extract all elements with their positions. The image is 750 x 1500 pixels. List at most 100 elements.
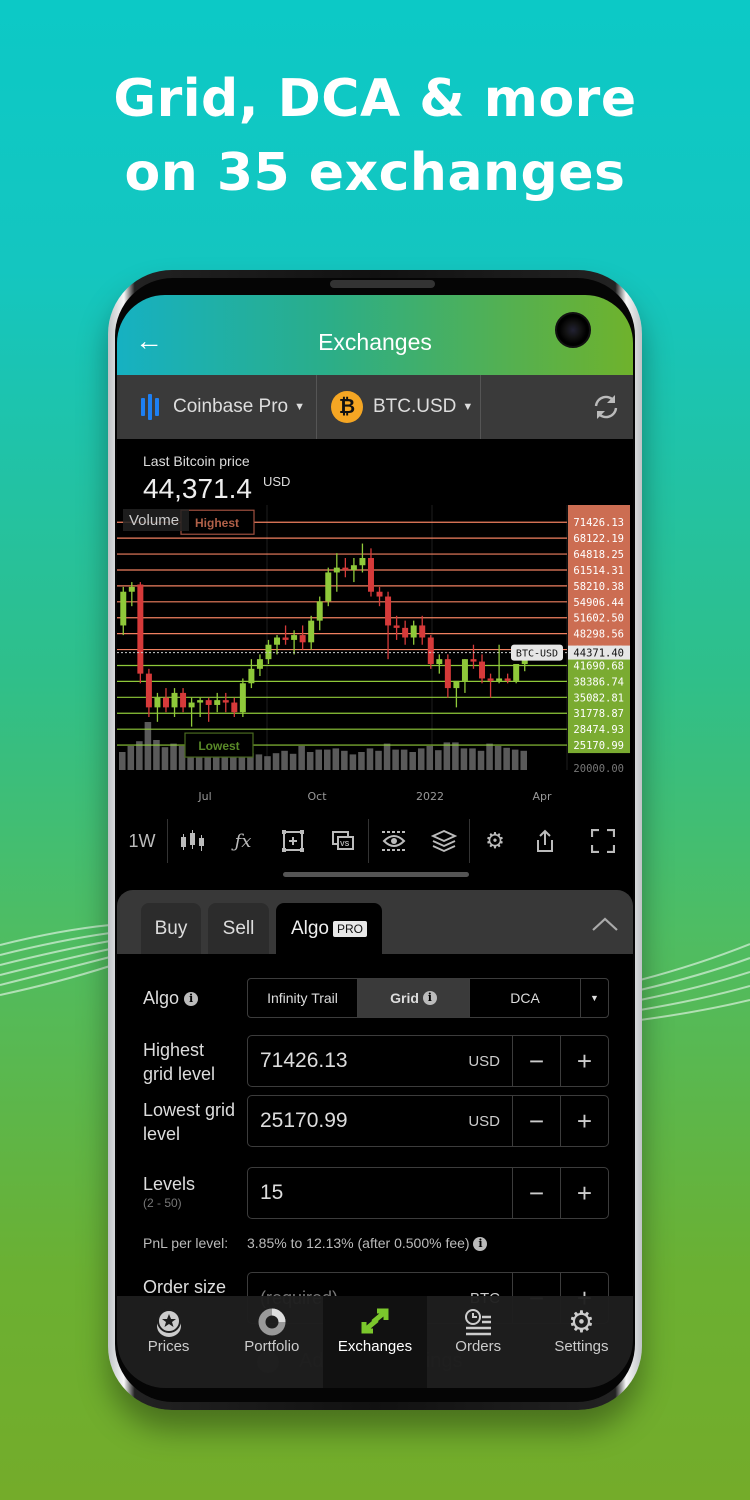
highest-grid-label-line1: Highest	[143, 1040, 205, 1060]
phone-frame: ← Exchanges Coinbase Pro ▼ ₿ BTC.USD ▼ L…	[108, 270, 642, 1410]
info-icon[interactable]: i	[184, 992, 199, 1007]
levels-increment[interactable]: +	[560, 1168, 608, 1218]
volume-bar	[460, 748, 468, 770]
highest-grid-input[interactable]: 71426.13	[248, 1036, 468, 1086]
candle-body	[419, 625, 426, 638]
chart-settings-gear-icon[interactable]: ⚙	[470, 815, 520, 867]
pnl-value-text: 3.85% to 12.13% (after 0.500% fee)	[247, 1235, 470, 1251]
volume-bar	[494, 746, 502, 770]
pnl-label: PnL per level:	[143, 1235, 229, 1251]
nav-portfolio[interactable]: Portfolio	[220, 1296, 323, 1388]
candle-body	[171, 692, 178, 708]
last-price-currency: USD	[263, 474, 291, 489]
price-chart[interactable]: Last Bitcoin price 44,371.4 USD Highest L…	[117, 439, 633, 815]
algo-option-dca[interactable]: DCA	[470, 979, 581, 1017]
current-tag: BTC-USD	[516, 649, 558, 660]
tab-algo[interactable]: Algo PRO	[276, 903, 382, 954]
layers-icon[interactable]	[419, 815, 469, 867]
speaker	[330, 280, 435, 288]
volume-bar	[366, 748, 374, 770]
timeframe-button[interactable]: 1W	[117, 815, 167, 867]
fullscreen-icon[interactable]	[578, 815, 628, 867]
algo-option-grid[interactable]: Grid i	[358, 979, 470, 1017]
info-icon[interactable]: i	[422, 991, 437, 1005]
highest-grid-unit: USD	[468, 1052, 500, 1070]
lowest-label: Lowest	[198, 739, 239, 753]
lowest-grid-input[interactable]: 25170.99	[248, 1096, 468, 1146]
candle-body	[385, 596, 392, 626]
nav-prices[interactable]: Prices	[117, 1296, 220, 1388]
indicators-fx-icon[interactable]: ƒx	[218, 815, 268, 867]
candle-body	[231, 702, 238, 713]
algo-option-grid-label: Grid	[390, 990, 419, 1006]
volume-bar	[255, 754, 263, 770]
nav-exchanges-label: Exchanges	[337, 1338, 413, 1355]
buy-level-label: 35082.81	[573, 692, 624, 704]
volume-bar	[204, 755, 211, 770]
levels-range: (2 - 50)	[143, 1196, 182, 1210]
exchange-select[interactable]: Coinbase Pro ▼	[117, 375, 317, 439]
compare-vs-icon[interactable]: VS	[318, 815, 368, 867]
pro-badge: PRO	[333, 920, 368, 937]
order-tabs: Buy Sell Algo PRO	[117, 890, 633, 954]
pair-select[interactable]: ₿ BTC.USD ▼	[317, 375, 481, 439]
sell-level-label: 61514.31	[573, 565, 624, 577]
lowest-grid-unit: USD	[468, 1112, 500, 1130]
candle-body	[496, 678, 503, 681]
volume-bar	[298, 746, 305, 770]
candle-body	[333, 567, 340, 573]
volume-bar	[324, 749, 331, 770]
highest-grid-decrement[interactable]: −	[512, 1036, 560, 1086]
candle-body	[214, 700, 221, 705]
toolbar-scrollbar[interactable]	[283, 872, 469, 877]
algo-more-dropdown[interactable]: ▼	[581, 979, 608, 1017]
bitcoin-icon: ₿	[331, 391, 363, 423]
candle-body	[513, 664, 520, 681]
candle-body	[470, 659, 477, 662]
algo-label-row: Algo i	[143, 986, 199, 1010]
nav-settings[interactable]: ⚙ Settings	[530, 1296, 633, 1388]
refresh-button[interactable]	[481, 375, 633, 439]
lowest-grid-field: 25170.99 USD − +	[247, 1095, 609, 1147]
nav-orders[interactable]: Orders	[427, 1296, 530, 1388]
lowest-grid-label-line1: Lowest grid	[143, 1100, 236, 1120]
candle-body	[461, 659, 468, 681]
candle-body	[248, 668, 255, 684]
candle-body	[350, 565, 357, 571]
y-axis-bottom-label: 20000.00	[573, 763, 624, 775]
market-selectors: Coinbase Pro ▼ ₿ BTC.USD ▼	[117, 375, 633, 439]
sell-level-label: 71426.13	[573, 517, 624, 529]
candlestick-chart[interactable]: Highest Lowest Volume 71426.13 68122.19 64818…	[117, 505, 633, 815]
candle-body	[308, 620, 315, 643]
volume-bar	[119, 752, 126, 770]
share-icon[interactable]	[520, 815, 570, 867]
algo-option-infinity-trail[interactable]: Infinity Trail	[248, 979, 358, 1017]
tab-sell[interactable]: Sell	[208, 903, 269, 954]
nav-exchanges[interactable]: Exchanges	[323, 1296, 427, 1388]
volume-bar	[477, 750, 485, 770]
volume-bar	[383, 743, 391, 770]
draw-tool-icon[interactable]	[268, 815, 318, 867]
sell-level-label: 68122.19	[573, 533, 624, 545]
headline: Grid, DCA & more on 35 exchanges	[0, 62, 750, 210]
levels-input[interactable]: 15	[248, 1168, 512, 1218]
volume-bar	[375, 750, 382, 770]
lowest-grid-decrement[interactable]: −	[512, 1096, 560, 1146]
candle-body	[436, 659, 443, 664]
chevron-up-icon[interactable]	[591, 912, 619, 938]
candle-body	[265, 644, 272, 660]
pnl-value: 3.85% to 12.13% (after 0.500% fee) i	[247, 1235, 488, 1252]
lowest-grid-increment[interactable]: +	[560, 1096, 608, 1146]
candles-icon[interactable]	[168, 815, 218, 867]
x-tick-label: Apr	[532, 790, 552, 803]
buy-level-label: 31778.87	[573, 708, 624, 720]
volume-bar	[392, 749, 399, 770]
visibility-eye-icon[interactable]	[369, 815, 419, 867]
info-icon[interactable]: i	[473, 1237, 488, 1252]
candle-body	[222, 700, 229, 703]
volume-bar	[272, 753, 280, 770]
candle-body	[274, 637, 281, 645]
tab-buy[interactable]: Buy	[141, 903, 201, 954]
highest-grid-increment[interactable]: +	[560, 1036, 608, 1086]
levels-decrement[interactable]: −	[512, 1168, 560, 1218]
